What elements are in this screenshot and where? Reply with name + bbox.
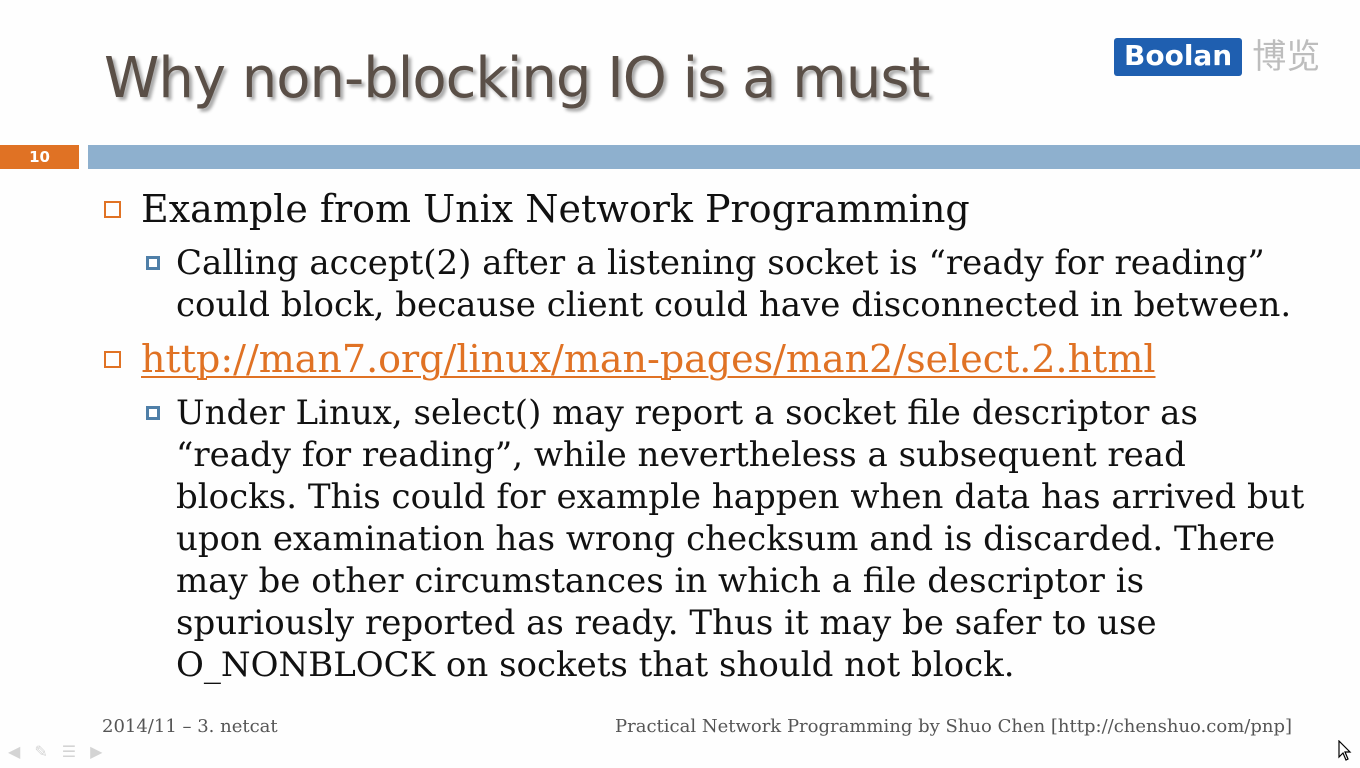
menu-icon[interactable]: ☰ <box>62 742 76 761</box>
footer-date: 2014/11 – 3. netcat <box>102 716 278 737</box>
slide: Why non-blocking IO is a must Boolan 博览 … <box>0 0 1360 768</box>
next-arrow-icon[interactable]: ▶ <box>90 742 102 761</box>
filled-square-bullet-icon <box>146 406 160 420</box>
footer-credit: Practical Network Programming by Shuo Ch… <box>615 716 1292 737</box>
filled-square-bullet-icon <box>146 256 160 270</box>
bullet-item-2: http://man7.org/linux/man-pages/man2/sel… <box>104 338 1156 380</box>
select-man-page-link[interactable]: http://man7.org/linux/man-pages/man2/sel… <box>141 337 1156 381</box>
pen-icon[interactable]: ✎ <box>34 742 47 761</box>
header-bar <box>88 145 1360 169</box>
bullet-item-1: Example from Unix Network Programming <box>104 188 970 230</box>
sub-bullet-text-1: Calling accept(2) after a listening sock… <box>176 243 1292 325</box>
square-bullet-icon <box>104 351 121 368</box>
prev-arrow-icon[interactable]: ◀ <box>8 742 20 761</box>
sub-bullet-item-2: Under Linux, select() may report a socke… <box>146 392 1316 686</box>
page-number: 10 <box>0 145 79 169</box>
brand-logo: Boolan 博览 <box>1114 38 1320 76</box>
bullet-text-1: Example from Unix Network Programming <box>141 187 970 231</box>
slideshow-controls: ◀ ✎ ☰ ▶ <box>8 742 102 761</box>
mouse-pointer-icon <box>1338 739 1352 766</box>
logo-brand-text: Boolan <box>1114 38 1243 76</box>
logo-chinese-text: 博览 <box>1252 37 1321 77</box>
sub-bullet-text-2: Under Linux, select() may report a socke… <box>176 393 1305 685</box>
sub-bullet-item-1: Calling accept(2) after a listening sock… <box>146 242 1316 326</box>
square-bullet-icon <box>104 201 121 218</box>
slide-title: Why non-blocking IO is a must <box>104 46 930 111</box>
